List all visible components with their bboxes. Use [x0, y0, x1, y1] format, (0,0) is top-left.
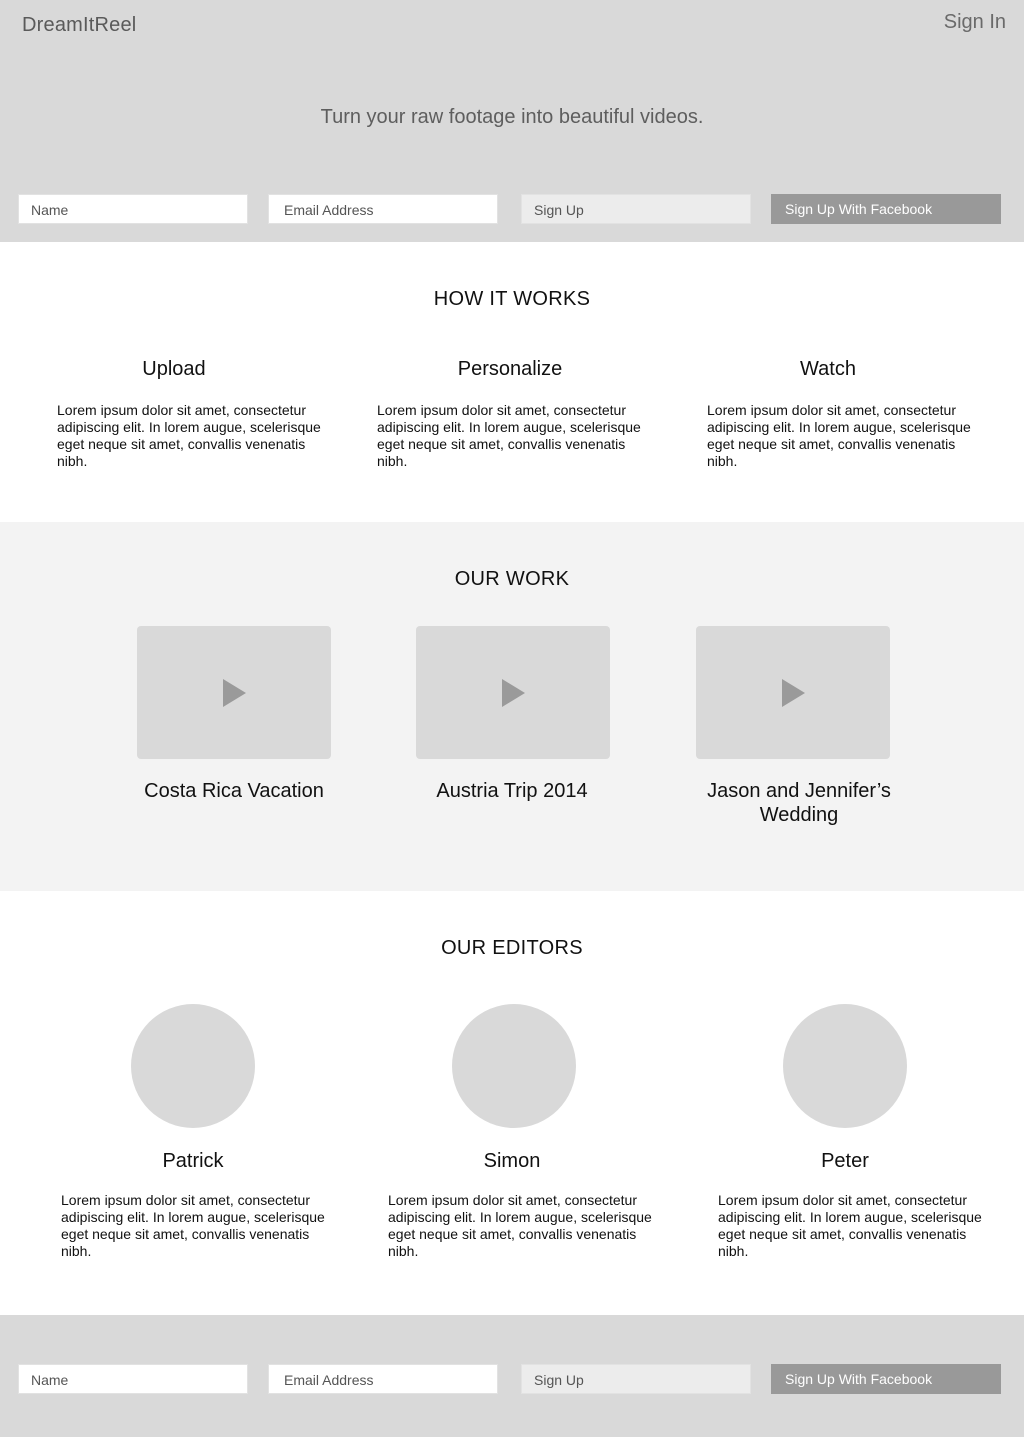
editor-name-simon: Simon: [483, 1150, 541, 1172]
facebook-signup-button[interactable]: Sign Up With Facebook: [771, 194, 1001, 224]
editor-bio-peter: Lorem ipsum dolor sit amet, consectetur …: [718, 1192, 982, 1259]
step-title-upload: Upload: [142, 358, 206, 380]
step-title-watch: Watch: [800, 358, 856, 380]
editor-bio-simon: Lorem ipsum dolor sit amet, consectetur …: [388, 1192, 652, 1259]
step-text-personalize: Lorem ipsum dolor sit amet, consectetur …: [377, 402, 641, 469]
section-title-our-work: OUR WORK: [454, 568, 570, 590]
video-title[interactable]: Jason and Jennifer’s Wedding: [674, 779, 924, 827]
editor-bio-patrick: Lorem ipsum dolor sit amet, consectetur …: [61, 1192, 325, 1259]
footer-signup: Name Email Address Sign Up Sign Up With …: [0, 1315, 1024, 1437]
video-thumbnail[interactable]: [416, 626, 610, 759]
step-text-upload: Lorem ipsum dolor sit amet, consectetur …: [57, 402, 321, 469]
our-work-section: OUR WORK Costa Rica Vacation Austria Tri…: [0, 522, 1024, 891]
avatar: [452, 1004, 576, 1128]
play-icon[interactable]: [782, 679, 805, 707]
signup-form-bottom: Name Email Address Sign Up Sign Up With …: [0, 1364, 1024, 1394]
editor-name-patrick: Patrick: [162, 1150, 224, 1172]
video-title[interactable]: Costa Rica Vacation: [104, 779, 364, 803]
section-title-how-it-works: HOW IT WORKS: [433, 288, 591, 310]
name-field[interactable]: Name: [18, 194, 248, 224]
email-field[interactable]: Email Address: [268, 194, 498, 224]
step-title-personalize: Personalize: [457, 358, 563, 380]
section-title-our-editors: OUR EDITORS: [441, 937, 583, 959]
hero-header: DreamItReel Sign In Turn your raw footag…: [0, 0, 1024, 242]
video-title[interactable]: Austria Trip 2014: [382, 779, 642, 803]
sign-in-link[interactable]: Sign In: [944, 11, 1006, 34]
brand-logo[interactable]: DreamItReel: [22, 14, 136, 37]
email-field[interactable]: Email Address: [268, 1364, 498, 1394]
video-thumbnail[interactable]: [696, 626, 890, 759]
hero-tagline: Turn your raw footage into beautiful vid…: [320, 106, 704, 128]
signup-form-top: Name Email Address Sign Up Sign Up With …: [0, 194, 1024, 224]
step-text-watch: Lorem ipsum dolor sit amet, consectetur …: [707, 402, 971, 469]
editor-name-peter: Peter: [821, 1150, 869, 1172]
facebook-signup-button[interactable]: Sign Up With Facebook: [771, 1364, 1001, 1394]
signup-button[interactable]: Sign Up: [521, 194, 751, 224]
our-editors-section: OUR EDITORS Patrick Lorem ipsum dolor si…: [0, 891, 1024, 1315]
video-thumbnail[interactable]: [137, 626, 331, 759]
avatar: [783, 1004, 907, 1128]
name-field[interactable]: Name: [18, 1364, 248, 1394]
play-icon[interactable]: [502, 679, 525, 707]
how-it-works-section: HOW IT WORKS Upload Lorem ipsum dolor si…: [0, 242, 1024, 522]
signup-button[interactable]: Sign Up: [521, 1364, 751, 1394]
play-icon[interactable]: [223, 679, 246, 707]
avatar: [131, 1004, 255, 1128]
